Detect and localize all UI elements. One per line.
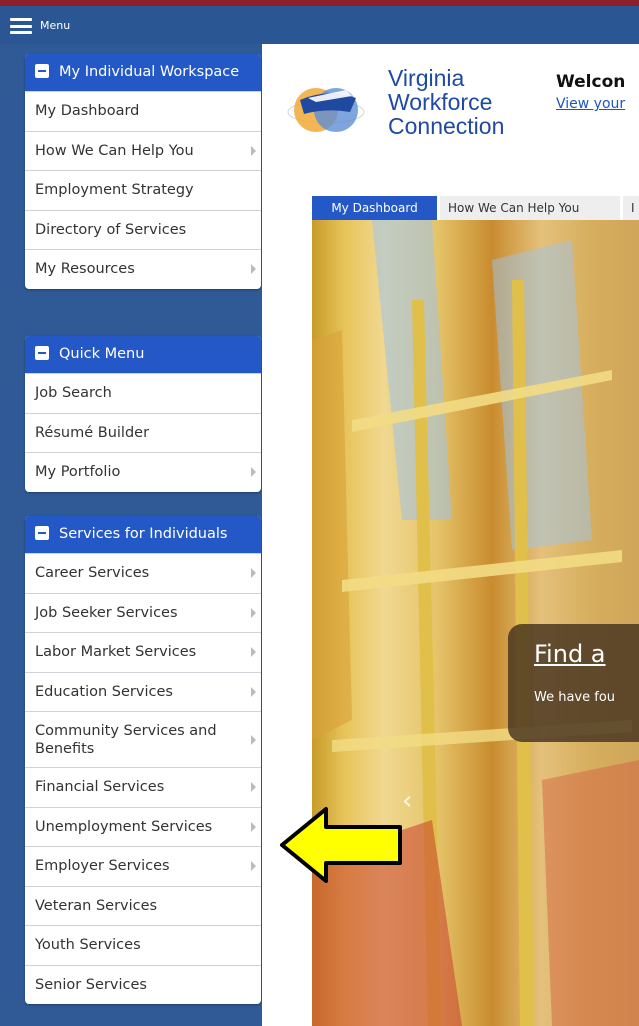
- sidebar-item-job-search[interactable]: Job Search: [25, 373, 261, 413]
- sidebar-item-label: Unemployment Services: [35, 818, 213, 835]
- panel-header[interactable]: Quick Menu: [25, 336, 261, 373]
- chevron-right-icon: [251, 264, 256, 275]
- sidebar-item-label: Labor Market Services: [35, 644, 197, 661]
- welcome-heading: Welcon: [556, 72, 626, 92]
- sidebar-item-label: Job Seeker Services: [35, 604, 178, 621]
- panel-services-for-individuals: Services for Individuals Career Services…: [25, 516, 261, 1004]
- sidebar-item-label: Education Services: [35, 683, 173, 700]
- hero-carousel-image[interactable]: [312, 220, 639, 1026]
- sidebar-item-label: Youth Services: [35, 937, 141, 954]
- sidebar-item-education-services[interactable]: Education Services: [25, 671, 261, 712]
- sidebar-item-career-services[interactable]: Career Services: [25, 553, 261, 593]
- sidebar-item-resume-builder[interactable]: Résumé Builder: [25, 412, 261, 453]
- chevron-right-icon: [251, 145, 256, 156]
- chevron-right-icon: [251, 734, 256, 745]
- sidebar-item-employer-services[interactable]: Employer Services: [25, 846, 261, 886]
- sidebar-item-label: My Dashboard: [35, 103, 140, 120]
- sidebar-item-directory-of-services[interactable]: Directory of Services: [25, 209, 261, 250]
- brand-line-2: Workforce: [388, 89, 493, 115]
- tab-how-we-can-help-you[interactable]: How We Can Help You: [440, 196, 620, 220]
- sidebar-item-my-resources[interactable]: My Resources: [25, 249, 261, 289]
- menu-bar: Menu: [0, 6, 639, 44]
- collapse-icon[interactable]: [35, 526, 49, 540]
- view-profile-link[interactable]: View your: [556, 96, 625, 112]
- sidebar-item-label: My Resources: [35, 261, 135, 278]
- brand-line-3: Connection: [388, 113, 505, 139]
- sidebar-item-my-portfolio[interactable]: My Portfolio: [25, 452, 261, 492]
- sidebar-item-my-dashboard[interactable]: My Dashboard: [25, 91, 261, 131]
- annotation-arrow-icon: [280, 807, 402, 883]
- chevron-right-icon: [251, 647, 256, 658]
- sidebar-item-unemployment-services[interactable]: Unemployment Services: [25, 806, 261, 847]
- tab-my-dashboard[interactable]: My Dashboard: [312, 196, 437, 220]
- hero-subtitle: We have fou: [534, 690, 616, 705]
- panel-my-individual-workspace: My Individual Workspace My Dashboard How…: [25, 54, 261, 289]
- sidebar-item-financial-services[interactable]: Financial Services: [25, 767, 261, 807]
- collapse-icon[interactable]: [35, 346, 49, 360]
- sidebar-item-senior-services[interactable]: Senior Services: [25, 964, 261, 1005]
- sidebar-item-label: Senior Services: [35, 976, 147, 993]
- chevron-right-icon: [251, 607, 256, 618]
- chevron-right-icon: [251, 467, 256, 478]
- panel-title: My Individual Workspace: [59, 64, 240, 80]
- sidebar: My Individual Workspace My Dashboard How…: [0, 44, 262, 1026]
- sidebar-item-label: Résumé Builder: [35, 424, 150, 441]
- sidebar-item-label: Veteran Services: [35, 897, 158, 914]
- panel-header[interactable]: Services for Individuals: [25, 516, 261, 553]
- panel-header[interactable]: My Individual Workspace: [25, 54, 261, 91]
- sidebar-item-label: Directory of Services: [35, 221, 187, 238]
- chevron-right-icon: [251, 782, 256, 793]
- chevron-right-icon: [251, 861, 256, 872]
- sidebar-item-youth-services[interactable]: Youth Services: [25, 925, 261, 965]
- sidebar-item-label: Career Services: [35, 565, 150, 582]
- brand-line-1: Virginia: [388, 65, 465, 91]
- chevron-right-icon: [251, 686, 256, 697]
- sidebar-item-labor-market-services[interactable]: Labor Market Services: [25, 632, 261, 672]
- virginia-workforce-logo-icon[interactable]: [286, 68, 366, 140]
- sidebar-item-label: Community Services and Benefits: [35, 722, 217, 757]
- hero-title-link[interactable]: Find a: [534, 640, 606, 668]
- sidebar-item-label: My Portfolio: [35, 464, 121, 481]
- sidebar-item-community-services[interactable]: Community Services and Benefits: [25, 711, 261, 767]
- chevron-right-icon: [251, 568, 256, 579]
- hero-background-graphic: [312, 220, 639, 1026]
- panel-title: Services for Individuals: [59, 526, 228, 542]
- hamburger-icon[interactable]: [10, 18, 32, 34]
- brand-name[interactable]: Virginia Workforce Connection: [388, 66, 504, 138]
- sidebar-item-label: How We Can Help You: [35, 142, 194, 159]
- sidebar-item-how-we-can-help-you[interactable]: How We Can Help You: [25, 130, 261, 171]
- sidebar-item-job-seeker-services[interactable]: Job Seeker Services: [25, 592, 261, 633]
- sidebar-item-label: Job Search: [35, 385, 112, 402]
- sidebar-item-label: Employer Services: [35, 858, 170, 875]
- tab-next[interactable]: I: [623, 196, 639, 220]
- collapse-icon[interactable]: [35, 64, 49, 78]
- sidebar-item-label: Employment Strategy: [35, 182, 194, 199]
- chevron-right-icon: [251, 821, 256, 832]
- sidebar-item-veteran-services[interactable]: Veteran Services: [25, 885, 261, 926]
- sidebar-item-label: Financial Services: [35, 779, 165, 796]
- menu-label[interactable]: Menu: [40, 19, 70, 32]
- panel-title: Quick Menu: [59, 346, 145, 362]
- sidebar-item-employment-strategy[interactable]: Employment Strategy: [25, 170, 261, 210]
- panel-quick-menu: Quick Menu Job Search Résumé Builder My …: [25, 336, 261, 492]
